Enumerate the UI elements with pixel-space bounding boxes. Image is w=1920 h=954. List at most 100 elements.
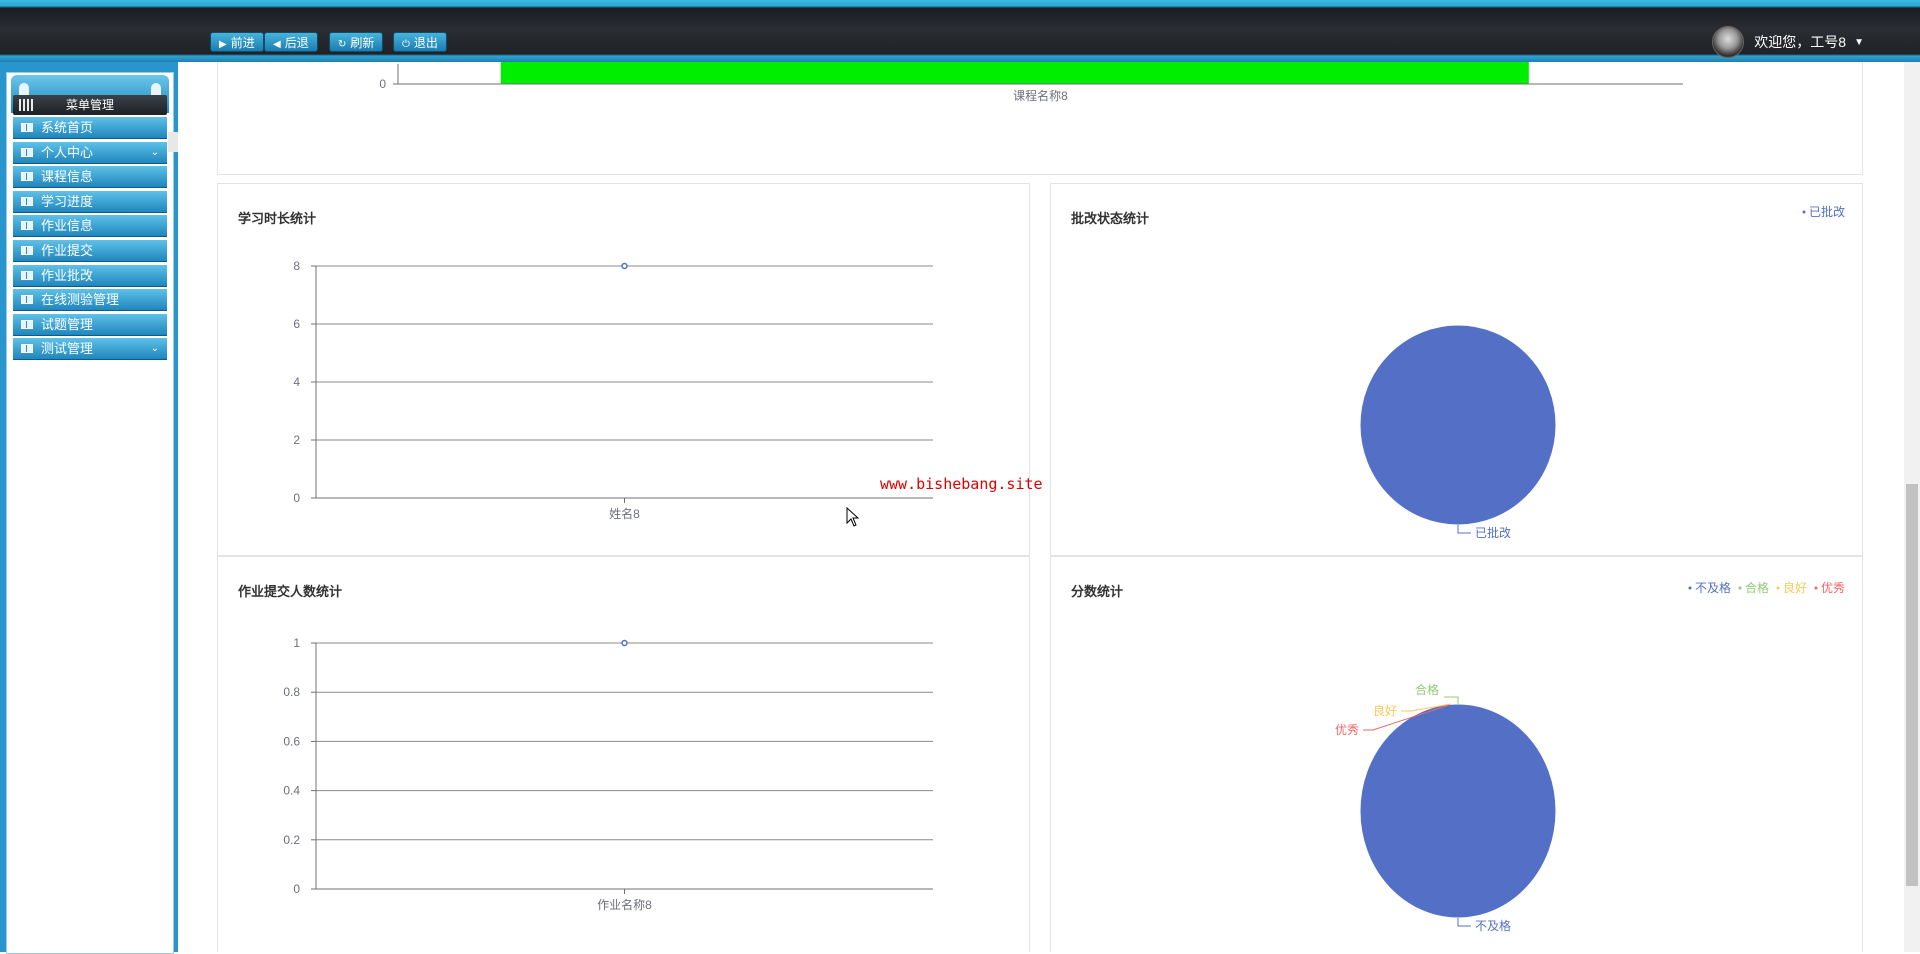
course-chart-panel: 0 课程名称8	[217, 62, 1863, 175]
pie-slice	[1359, 324, 1557, 526]
x-tick-label: 作业名称8	[597, 897, 652, 912]
pie-label: 良好	[1373, 703, 1397, 718]
y-tick-label: 8	[293, 259, 300, 273]
book-icon	[21, 147, 33, 157]
sidebar-item-5[interactable]: 作业提交	[13, 240, 167, 262]
book-icon	[21, 196, 33, 206]
user-greeting: 欢迎您，工号8	[1754, 34, 1847, 50]
sidebar: 菜单管理 系统首页个人中心 ⌄ 课程信息学习进度作业信息作业提交作业批改在线测验管理…	[6, 72, 174, 954]
pie-label: 合格	[1415, 682, 1439, 697]
grading-status-pie-chart: 已批改已批改	[1359, 204, 1845, 540]
y-tick-label: 0.8	[283, 685, 300, 699]
bar	[500, 62, 1529, 84]
x-tick-label: 课程名称8	[1013, 88, 1068, 103]
legend-label: 已批改	[1809, 204, 1845, 219]
exit-button[interactable]: ⏻ 退出	[393, 32, 447, 52]
score-panel: 分数统计 优秀 良好 合格 不及格 不及格 合格 良好 优秀	[1050, 556, 1863, 952]
watermark-text: www.bishebang.site	[880, 475, 1043, 493]
legend-label: 合格	[1745, 580, 1769, 595]
grid-icon	[19, 99, 33, 111]
sidebar-item-label: 课程信息	[41, 169, 94, 185]
y-tick-label: 4	[293, 375, 300, 389]
x-tick-label: 姓名8	[609, 506, 640, 521]
sidebar-item-1[interactable]: 个人中心 ⌄	[13, 141, 167, 164]
y-tick-label: 0.6	[283, 734, 300, 748]
sidebar-item-0[interactable]: 系统首页	[13, 117, 167, 139]
top-navigation-bar: ▶ 前进 ◀ 后退 ↻ 刷新 ⏻ 退出 欢迎您，工号8 ▼	[0, 0, 1920, 62]
label-leader-line	[1444, 696, 1459, 704]
sidebar-item-6[interactable]: 作业批改	[13, 264, 167, 287]
submission-count-line-chart: 0 0.2 0.4 0.6 0.8 1 作业名称8	[283, 636, 933, 912]
y-tick-label: 0	[379, 77, 386, 91]
book-icon	[21, 246, 33, 255]
legend-marker	[1688, 586, 1692, 590]
book-icon	[21, 344, 33, 354]
course-bar-chart: 0 课程名称8	[379, 62, 1683, 103]
y-tick-label: 0.4	[283, 784, 300, 798]
sidebar-item-8[interactable]: 试题管理	[13, 313, 167, 336]
chevron-down-icon: ⌄	[150, 343, 159, 355]
book-icon	[21, 172, 33, 182]
book-icon	[21, 295, 33, 305]
sidebar-item-9[interactable]: 测试管理 ⌄	[13, 338, 167, 361]
sidebar-item-label: 系统首页	[41, 120, 94, 135]
pie-label: 优秀	[1335, 723, 1359, 737]
caret-down-icon: ▼	[1854, 36, 1864, 48]
refresh-icon: ↻	[338, 39, 347, 50]
forward-button[interactable]: ▶ 前进	[210, 32, 264, 52]
user-menu[interactable]: 欢迎您，工号8 ▼	[1712, 26, 1864, 58]
page-scrollbar-thumb[interactable]	[1906, 484, 1918, 886]
study-time-line-chart: 0 2 4 6 8 姓名8	[293, 259, 933, 521]
back-button[interactable]: ◀ 后退	[264, 32, 318, 52]
book-icon	[21, 270, 33, 280]
y-tick-label: 0	[293, 491, 300, 505]
legend-marker	[1738, 586, 1742, 590]
sidebar-item-2[interactable]: 课程信息	[13, 166, 167, 189]
pie-label: 不及格	[1475, 918, 1511, 933]
y-tick-label: 0.2	[283, 833, 300, 847]
menu-title: 菜单管理	[13, 95, 167, 115]
legend-label: 不及格	[1695, 580, 1731, 595]
chevron-down-icon: ⌄	[150, 146, 159, 158]
pie-label: 已批改	[1475, 525, 1511, 540]
sidebar-item-label: 试题管理	[41, 316, 94, 332]
legend-marker	[1802, 210, 1806, 214]
mouse-cursor-icon	[846, 507, 860, 527]
submission-count-panel: 作业提交人数统计 0 0.2 0.4 0.6 0.8 1 作业名称8	[217, 556, 1030, 952]
study-time-panel: 学习时长统计 0 2 4 6 8 姓名8	[217, 183, 1030, 556]
sidebar-item-label: 作业信息	[41, 218, 94, 234]
y-tick-label: 1	[293, 636, 300, 650]
label-leader-line	[1457, 525, 1471, 534]
sidebar-item-7[interactable]: 在线测验管理	[13, 289, 167, 312]
pie-slice	[1359, 703, 1557, 919]
legend-marker	[1776, 586, 1780, 590]
sidebar-item-label: 学习进度	[41, 193, 94, 209]
legend-label: 良好	[1783, 580, 1807, 595]
sidebar-item-label: 作业批改	[41, 267, 94, 283]
refresh-button[interactable]: ↻ 刷新	[329, 32, 384, 52]
legend-marker	[1814, 586, 1818, 590]
score-pie-chart: 优秀良好合格不及格不及格合格良好优秀	[1335, 580, 1845, 933]
user-avatar	[1712, 26, 1745, 58]
data-point	[621, 262, 628, 270]
book-icon	[21, 221, 33, 231]
sidebar-frame: 菜单管理 系统首页个人中心 ⌄ 课程信息学习进度作业信息作业提交作业批改在线测验管理…	[0, 62, 178, 954]
sidebar-item-label: 作业提交	[41, 243, 94, 258]
label-leader-line	[1457, 918, 1471, 927]
sidebar-item-label: 个人中心	[41, 144, 94, 160]
play-icon: ▶	[219, 39, 227, 50]
y-tick-label: 2	[293, 433, 300, 447]
book-icon	[21, 319, 33, 329]
sidebar-scrollbar[interactable]	[168, 132, 178, 152]
data-point	[621, 639, 628, 647]
sidebar-item-label: 在线测验管理	[41, 292, 120, 308]
y-tick-label: 0	[293, 882, 300, 896]
grading-status-panel: 批改状态统计 已批改 已批改	[1050, 183, 1863, 556]
power-icon: ⏻	[402, 39, 410, 50]
sidebar-item-label: 测试管理	[41, 341, 94, 357]
book-icon	[21, 123, 33, 132]
back-arrow-icon: ◀	[273, 39, 281, 50]
sidebar-item-4[interactable]: 作业信息	[13, 215, 167, 238]
sidebar-item-3[interactable]: 学习进度	[13, 190, 167, 213]
y-tick-label: 6	[293, 317, 300, 331]
